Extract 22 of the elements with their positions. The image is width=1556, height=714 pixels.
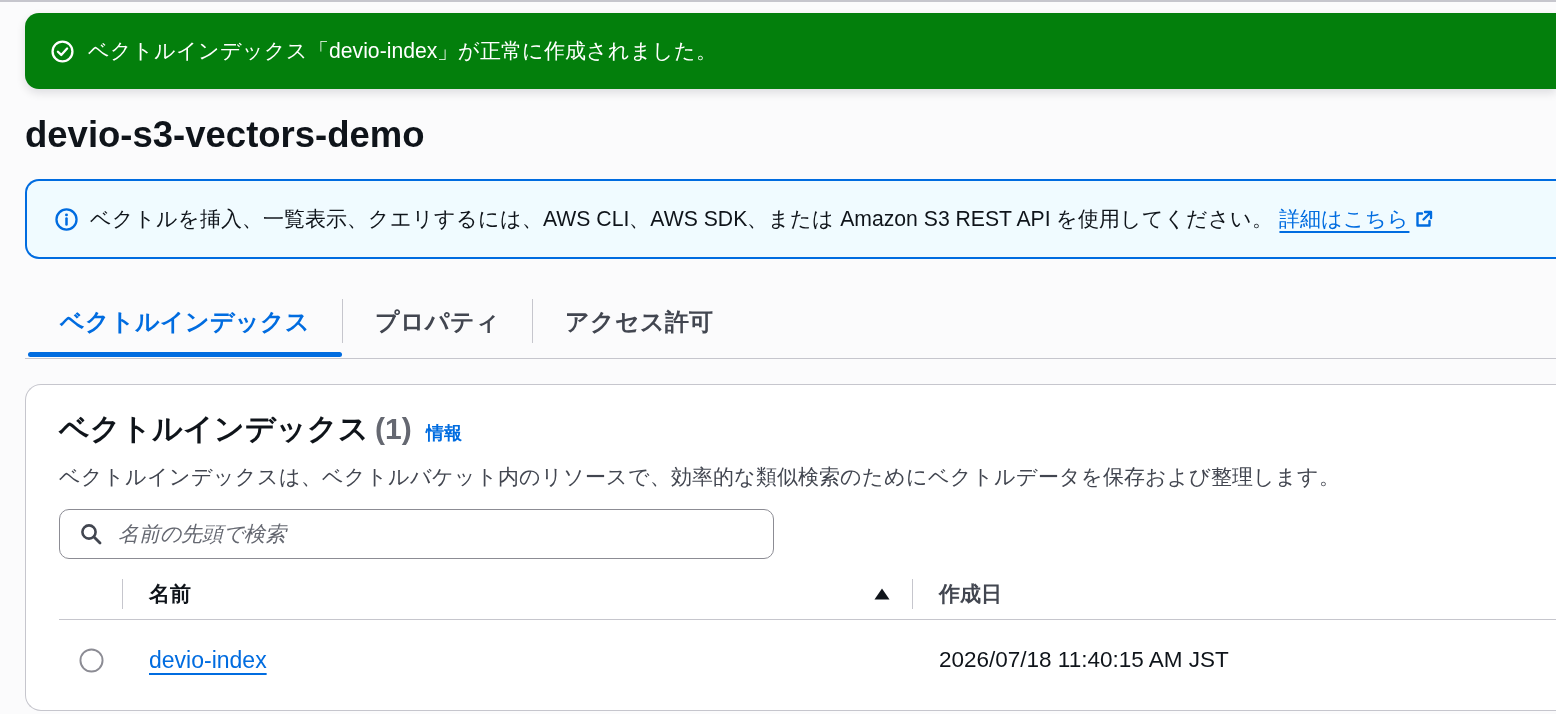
search-field[interactable]: 名前の先頭で検索 xyxy=(59,509,774,559)
alert-message: ベクトルを挿入、一覧表示、クエリするには、AWS CLI、AWS SDK、または Amazon S3 REST API を使用してください。 xyxy=(90,206,1274,232)
info-icon xyxy=(55,207,78,231)
check-circle-icon xyxy=(51,39,74,63)
panel-description: ベクトルインデックスは、ベクトルバケット内のリソースで、効率的な類似検索のためにベクトルデータを保存および整理します。 xyxy=(59,464,1341,490)
search-icon xyxy=(80,523,102,545)
index-name-link[interactable]: devio-index xyxy=(149,646,267,673)
item-count: (1) xyxy=(375,412,412,446)
column-header[interactable]: 名前 xyxy=(149,580,191,608)
tab[interactable]: プロパティ xyxy=(343,291,532,358)
sort-ascending-icon[interactable] xyxy=(874,588,890,600)
column-header[interactable]: 作成日 xyxy=(939,580,1002,608)
panel-title: ベクトルインデックス xyxy=(59,411,369,447)
page-title: devio-s3-vectors-demo xyxy=(25,113,426,157)
info-link[interactable]: 情報 xyxy=(425,421,462,445)
flash-message: ベクトルインデックス「devio-index」が正常に作成されました。 xyxy=(88,38,718,64)
radio-button[interactable] xyxy=(79,647,104,673)
created-date-cell: 2026/07/18 11:40:15 AM JST xyxy=(939,647,1229,672)
external-link-icon xyxy=(1415,210,1434,228)
learn-more-link[interactable]: 詳細はこちら xyxy=(1279,205,1434,233)
tab[interactable]: アクセス許可 xyxy=(533,291,745,358)
tab[interactable]: ベクトルインデックス xyxy=(28,291,342,358)
